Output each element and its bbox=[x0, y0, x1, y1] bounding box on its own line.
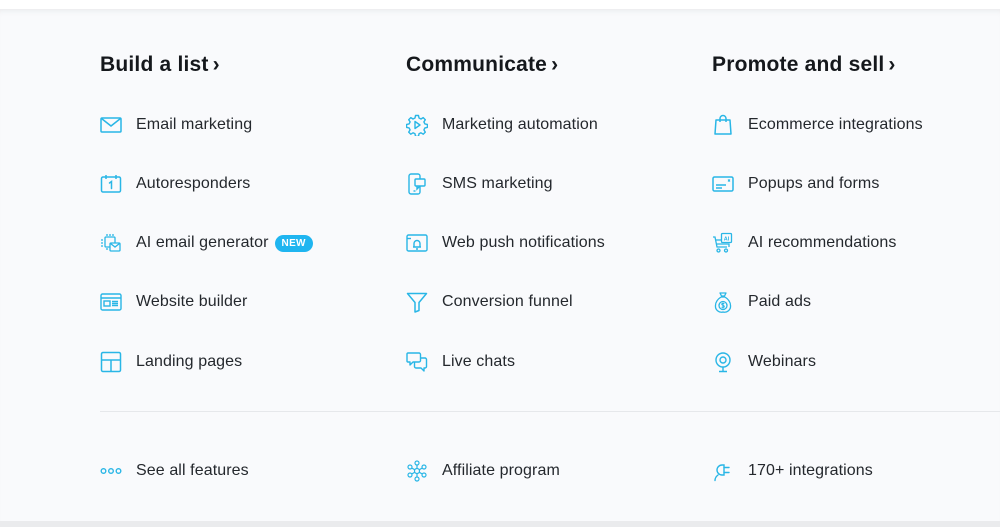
heading-promote-and-sell[interactable]: Promote and sell › bbox=[712, 53, 896, 77]
menu-item-label: Website builder bbox=[136, 293, 248, 310]
footer-link-label: Affiliate program bbox=[442, 462, 560, 479]
funnel-icon bbox=[406, 291, 428, 313]
menu-item-label: AI email generator bbox=[136, 234, 269, 251]
section-divider bbox=[100, 411, 1000, 412]
menu-item-autoresponders[interactable]: Autoresponders bbox=[100, 172, 250, 196]
menu-item-popups-and-forms[interactable]: Popups and forms bbox=[712, 172, 879, 196]
bottom-edge bbox=[0, 521, 1000, 527]
phone-message-icon bbox=[406, 173, 428, 195]
menu-item-label: Web push notifications bbox=[442, 234, 605, 251]
menu-item-label: Live chats bbox=[442, 353, 516, 370]
heading-label: Promote and sell bbox=[712, 53, 885, 76]
menu-item-ai-recommendations[interactable]: AI AI recommendations bbox=[712, 231, 897, 255]
chevron-right-icon: › bbox=[212, 53, 220, 76]
website-builder-icon bbox=[100, 291, 122, 313]
menu-item-label: Marketing automation bbox=[442, 116, 598, 133]
dots-icon bbox=[100, 460, 122, 482]
menu-item-website-builder[interactable]: Website builder bbox=[100, 290, 247, 314]
menu-item-label: Webinars bbox=[748, 353, 817, 370]
plug-icon bbox=[712, 460, 734, 482]
menu-item-email-marketing[interactable]: Email marketing bbox=[100, 113, 252, 137]
heading-communicate[interactable]: Communicate › bbox=[406, 53, 558, 77]
menu-item-conversion-funnel[interactable]: Conversion funnel bbox=[406, 290, 573, 314]
footer-link-affiliate-program[interactable]: Affiliate program bbox=[406, 459, 560, 483]
menu-item-label: Autoresponders bbox=[136, 175, 251, 192]
menu-item-webinars[interactable]: Webinars bbox=[712, 350, 816, 374]
chevron-right-icon: › bbox=[551, 53, 559, 76]
money-bag-icon bbox=[712, 291, 734, 313]
menu-item-landing-pages[interactable]: Landing pages bbox=[100, 350, 242, 374]
heading-label: Communicate bbox=[406, 53, 548, 76]
landing-page-icon bbox=[100, 351, 122, 373]
ai-email-icon bbox=[100, 232, 122, 254]
svg-text:AI: AI bbox=[724, 237, 730, 243]
chat-bubbles-icon bbox=[406, 351, 428, 373]
menu-item-label: SMS marketing bbox=[442, 175, 553, 192]
gear-play-icon bbox=[406, 114, 428, 136]
ai-cart-icon: AI bbox=[712, 232, 734, 254]
popup-form-icon bbox=[712, 173, 734, 195]
footer-link-label: See all features bbox=[136, 462, 249, 479]
top-edge bbox=[0, 0, 1000, 9]
webcam-icon bbox=[712, 351, 734, 373]
menu-item-live-chats[interactable]: Live chats bbox=[406, 350, 515, 374]
menu-item-label: Ecommerce integrations bbox=[748, 116, 923, 133]
features-mega-menu: Build a list › Email marketing Autorespon… bbox=[0, 9, 1000, 521]
footer-link-integrations[interactable]: 170+ integrations bbox=[712, 459, 873, 483]
menu-item-ai-email-generator[interactable]: AI email generator NEW bbox=[100, 231, 313, 255]
browser-bell-icon bbox=[406, 232, 428, 254]
menu-item-label: Email marketing bbox=[136, 116, 253, 133]
chevron-right-icon: › bbox=[888, 53, 896, 76]
menu-item-web-push-notifications[interactable]: Web push notifications bbox=[406, 231, 605, 255]
menu-item-sms-marketing[interactable]: SMS marketing bbox=[406, 172, 553, 196]
menu-item-label: Conversion funnel bbox=[442, 293, 573, 310]
shopping-bag-icon bbox=[712, 114, 734, 136]
network-icon bbox=[406, 460, 428, 482]
new-badge: NEW bbox=[274, 234, 313, 252]
heading-label: Build a list bbox=[100, 53, 209, 76]
footer-link-label: 170+ integrations bbox=[748, 462, 873, 479]
menu-item-ecommerce-integrations[interactable]: Ecommerce integrations bbox=[712, 113, 923, 137]
menu-item-label: Paid ads bbox=[748, 293, 812, 310]
menu-item-label: AI recommendations bbox=[748, 234, 897, 251]
envelope-icon bbox=[100, 114, 122, 136]
menu-item-marketing-automation[interactable]: Marketing automation bbox=[406, 113, 598, 137]
calendar-icon bbox=[100, 173, 122, 195]
menu-item-label: Landing pages bbox=[136, 353, 243, 370]
menu-item-label: Popups and forms bbox=[748, 175, 880, 192]
heading-build-a-list[interactable]: Build a list › bbox=[100, 53, 220, 77]
menu-item-paid-ads[interactable]: Paid ads bbox=[712, 290, 811, 314]
footer-link-see-all-features[interactable]: See all features bbox=[100, 459, 249, 483]
